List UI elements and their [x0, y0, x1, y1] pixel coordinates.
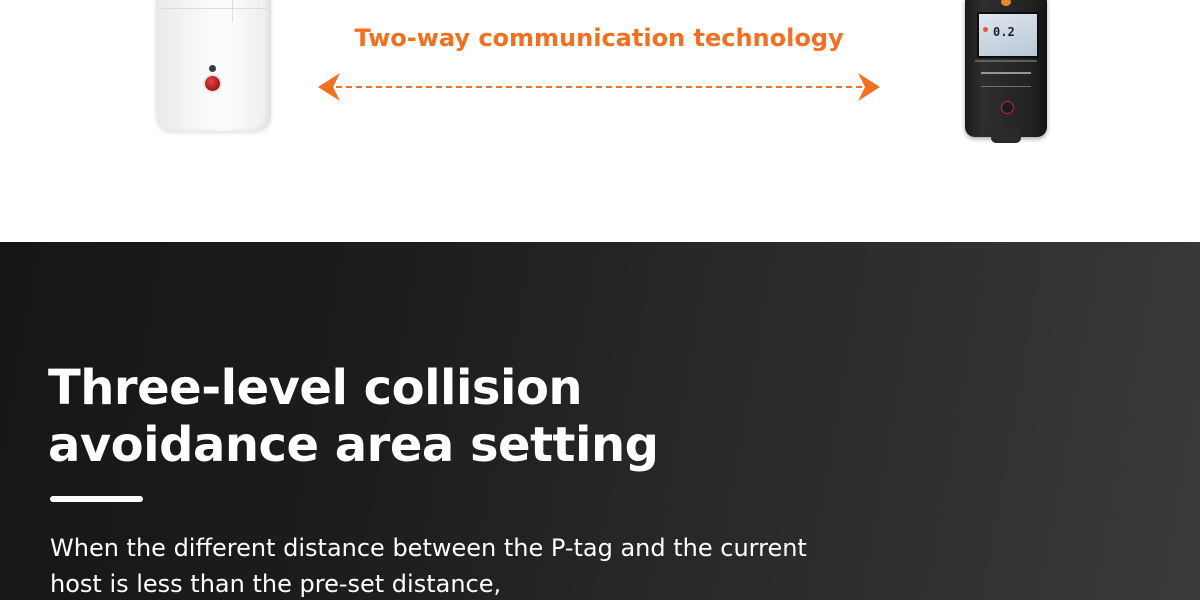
- p-tag-icon: [156, 0, 271, 131]
- p-tag-seam-vertical: [232, 0, 233, 22]
- feature-section: Three-level collision avoidance area set…: [0, 242, 1200, 600]
- host-screen-reading: 0.2: [993, 25, 1015, 39]
- double-arrow-icon: [318, 73, 880, 101]
- host-screen: 0.2: [977, 12, 1039, 58]
- host-mount-clip: [991, 129, 1021, 143]
- feature-headline: Three-level collision avoidance area set…: [48, 360, 659, 474]
- feature-description: When the different distance between the …: [50, 530, 890, 602]
- p-tag-led-icon: [209, 65, 216, 72]
- host-screen-indicator-icon: [983, 27, 988, 32]
- communication-label: Two-way communication technology: [354, 24, 844, 52]
- feature-description-line1: When the different distance between the …: [50, 534, 807, 562]
- host-panel-graphic: [981, 72, 1031, 87]
- communication-section: Two-way communication technology 0.2: [0, 0, 1200, 242]
- host-power-button-icon: [1001, 101, 1014, 114]
- feature-headline-line2: avoidance area setting: [48, 417, 659, 473]
- headline-underline: [50, 496, 143, 502]
- feature-headline-line1: Three-level collision: [48, 360, 583, 416]
- host-logo-icon: [1001, 0, 1011, 6]
- host-panel-print: [975, 60, 1037, 62]
- p-tag-seam: [160, 8, 267, 9]
- host-device-icon: 0.2: [965, 0, 1047, 143]
- p-tag-alarm-button-icon: [205, 76, 220, 91]
- feature-description-line2: host is less than the pre-set distance,: [50, 570, 502, 598]
